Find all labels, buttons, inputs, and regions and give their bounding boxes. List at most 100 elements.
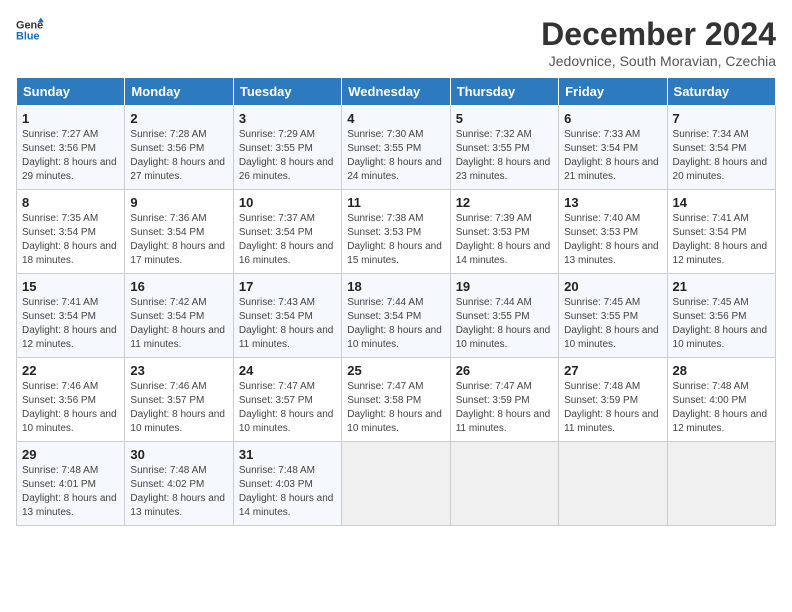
day-number: 12: [456, 195, 553, 210]
day-info: Sunrise: 7:42 AMSunset: 3:54 PMDaylight:…: [130, 296, 227, 352]
day-cell-11: 11 Sunrise: 7:38 AMSunset: 3:53 PMDayligh…: [342, 190, 450, 274]
header-row: SundayMondayTuesdayWednesdayThursdayFrid…: [17, 78, 776, 106]
day-cell-17: 17Sunrise: 7:43 AMSunset: 3:54 PMDayligh…: [233, 274, 341, 358]
day-cell-30: 30Sunrise: 7:48 AMSunset: 4:02 PMDayligh…: [125, 442, 233, 526]
day-number: 4: [347, 111, 444, 126]
day-cell-6: 6Sunrise: 7:33 AMSunset: 3:54 PMDaylight…: [559, 106, 667, 190]
day-number: 30: [130, 447, 227, 462]
day-cell-25: 25Sunrise: 7:47 AMSunset: 3:58 PMDayligh…: [342, 358, 450, 442]
day-number: 1: [22, 111, 119, 126]
day-info: Sunrise: 7:28 AMSunset: 3:56 PMDaylight:…: [130, 128, 227, 184]
day-number: 15: [22, 279, 119, 294]
day-cell-16: 16 Sunrise: 7:42 AMSunset: 3:54 PMDayligh…: [125, 274, 233, 358]
day-number: 16: [130, 279, 227, 294]
day-number: 18: [347, 279, 444, 294]
header-wednesday: Wednesday: [342, 78, 450, 106]
day-info: Sunrise: 7:48 AMSunset: 4:03 PMDaylight:…: [239, 464, 336, 520]
day-cell-18: 18 Sunrise: 7:44 AMSunset: 3:54 PMDayligh…: [342, 274, 450, 358]
logo-icon: General Blue: [16, 16, 44, 44]
day-info: Sunrise: 7:44 AMSunset: 3:54 PMDaylight:…: [347, 296, 444, 352]
day-cell-22: 22Sunrise: 7:46 AMSunset: 3:56 PMDayligh…: [17, 358, 125, 442]
day-info: Sunrise: 7:38 AMSunset: 3:53 PMDaylight:…: [347, 212, 444, 268]
day-info: Sunrise: 7:34 AMSunset: 3:54 PMDaylight:…: [673, 128, 770, 184]
day-number: 24: [239, 363, 336, 378]
day-info: Sunrise: 7:44 AMSunset: 3:55 PMDaylight:…: [456, 296, 553, 352]
day-number: 19: [456, 279, 553, 294]
day-number: 7: [673, 111, 770, 126]
day-number: 11: [347, 195, 444, 210]
day-cell-21: 21 Sunrise: 7:45 AMSunset: 3:56 PMDayligh…: [667, 274, 775, 358]
empty-cell: [667, 442, 775, 526]
day-info: Sunrise: 7:46 AMSunset: 3:57 PMDaylight:…: [130, 380, 227, 436]
day-number: 5: [456, 111, 553, 126]
day-number: 9: [130, 195, 227, 210]
day-number: 31: [239, 447, 336, 462]
day-cell-3: 3 Sunrise: 7:29 AMSunset: 3:55 PMDaylight…: [233, 106, 341, 190]
day-cell-19: 19 Sunrise: 7:44 AMSunset: 3:55 PMDayligh…: [450, 274, 558, 358]
day-cell-27: 27 Sunrise: 7:48 AMSunset: 3:59 PMDayligh…: [559, 358, 667, 442]
day-info: Sunrise: 7:48 AMSunset: 3:59 PMDaylight:…: [564, 380, 661, 436]
day-cell-8: 8Sunrise: 7:35 AMSunset: 3:54 PMDaylight…: [17, 190, 125, 274]
empty-cell: [450, 442, 558, 526]
calendar-table: SundayMondayTuesdayWednesdayThursdayFrid…: [16, 77, 776, 526]
day-number: 28: [673, 363, 770, 378]
day-info: Sunrise: 7:46 AMSunset: 3:56 PMDaylight:…: [22, 380, 119, 436]
day-info: Sunrise: 7:40 AMSunset: 3:53 PMDaylight:…: [564, 212, 661, 268]
empty-cell: [559, 442, 667, 526]
day-number: 14: [673, 195, 770, 210]
day-cell-20: 20 Sunrise: 7:45 AMSunset: 3:55 PMDayligh…: [559, 274, 667, 358]
day-number: 26: [456, 363, 553, 378]
title-block: December 2024 Jedovnice, South Moravian,…: [541, 16, 776, 69]
day-cell-24: 24 Sunrise: 7:47 AMSunset: 3:57 PMDayligh…: [233, 358, 341, 442]
day-cell-10: 10Sunrise: 7:37 AMSunset: 3:54 PMDayligh…: [233, 190, 341, 274]
day-number: 2: [130, 111, 227, 126]
day-number: 29: [22, 447, 119, 462]
day-info: Sunrise: 7:32 AMSunset: 3:55 PMDaylight:…: [456, 128, 553, 184]
day-cell-7: 7 Sunrise: 7:34 AMSunset: 3:54 PMDaylight…: [667, 106, 775, 190]
week-row-1: 1 Sunrise: 7:27 AMSunset: 3:56 PMDaylight…: [17, 106, 776, 190]
day-number: 21: [673, 279, 770, 294]
day-cell-26: 26 Sunrise: 7:47 AMSunset: 3:59 PMDayligh…: [450, 358, 558, 442]
day-cell-1: 1 Sunrise: 7:27 AMSunset: 3:56 PMDaylight…: [17, 106, 125, 190]
svg-text:Blue: Blue: [16, 30, 40, 42]
day-number: 3: [239, 111, 336, 126]
day-info: Sunrise: 7:48 AMSunset: 4:00 PMDaylight:…: [673, 380, 770, 436]
day-cell-12: 12Sunrise: 7:39 AMSunset: 3:53 PMDayligh…: [450, 190, 558, 274]
day-cell-15: 15Sunrise: 7:41 AMSunset: 3:54 PMDayligh…: [17, 274, 125, 358]
day-cell-31: 31 Sunrise: 7:48 AMSunset: 4:03 PMDayligh…: [233, 442, 341, 526]
month-title: December 2024: [541, 16, 776, 53]
day-cell-4: 4 Sunrise: 7:30 AMSunset: 3:55 PMDaylight…: [342, 106, 450, 190]
day-number: 20: [564, 279, 661, 294]
day-number: 6: [564, 111, 661, 126]
day-info: Sunrise: 7:30 AMSunset: 3:55 PMDaylight:…: [347, 128, 444, 184]
day-info: Sunrise: 7:47 AMSunset: 3:59 PMDaylight:…: [456, 380, 553, 436]
page-header: General Blue December 2024 Jedovnice, So…: [16, 16, 776, 69]
day-cell-5: 5 Sunrise: 7:32 AMSunset: 3:55 PMDaylight…: [450, 106, 558, 190]
day-info: Sunrise: 7:35 AMSunset: 3:54 PMDaylight:…: [22, 212, 119, 268]
day-info: Sunrise: 7:29 AMSunset: 3:55 PMDaylight:…: [239, 128, 336, 184]
day-cell-28: 28 Sunrise: 7:48 AMSunset: 4:00 PMDayligh…: [667, 358, 775, 442]
day-number: 13: [564, 195, 661, 210]
day-cell-14: 14 Sunrise: 7:41 AMSunset: 3:54 PMDayligh…: [667, 190, 775, 274]
header-thursday: Thursday: [450, 78, 558, 106]
day-cell-23: 23 Sunrise: 7:46 AMSunset: 3:57 PMDayligh…: [125, 358, 233, 442]
day-info: Sunrise: 7:27 AMSunset: 3:56 PMDaylight:…: [22, 128, 119, 184]
day-info: Sunrise: 7:45 AMSunset: 3:56 PMDaylight:…: [673, 296, 770, 352]
day-info: Sunrise: 7:47 AMSunset: 3:57 PMDaylight:…: [239, 380, 336, 436]
day-cell-13: 13 Sunrise: 7:40 AMSunset: 3:53 PMDayligh…: [559, 190, 667, 274]
day-info: Sunrise: 7:41 AMSunset: 3:54 PMDaylight:…: [673, 212, 770, 268]
logo: General Blue: [16, 16, 44, 44]
header-friday: Friday: [559, 78, 667, 106]
day-info: Sunrise: 7:48 AMSunset: 4:01 PMDaylight:…: [22, 464, 119, 520]
day-number: 23: [130, 363, 227, 378]
day-cell-9: 9Sunrise: 7:36 AMSunset: 3:54 PMDaylight…: [125, 190, 233, 274]
day-number: 10: [239, 195, 336, 210]
week-row-4: 22Sunrise: 7:46 AMSunset: 3:56 PMDayligh…: [17, 358, 776, 442]
day-info: Sunrise: 7:45 AMSunset: 3:55 PMDaylight:…: [564, 296, 661, 352]
header-monday: Monday: [125, 78, 233, 106]
header-sunday: Sunday: [17, 78, 125, 106]
day-number: 27: [564, 363, 661, 378]
header-tuesday: Tuesday: [233, 78, 341, 106]
week-row-2: 8Sunrise: 7:35 AMSunset: 3:54 PMDaylight…: [17, 190, 776, 274]
day-cell-2: 2 Sunrise: 7:28 AMSunset: 3:56 PMDaylight…: [125, 106, 233, 190]
